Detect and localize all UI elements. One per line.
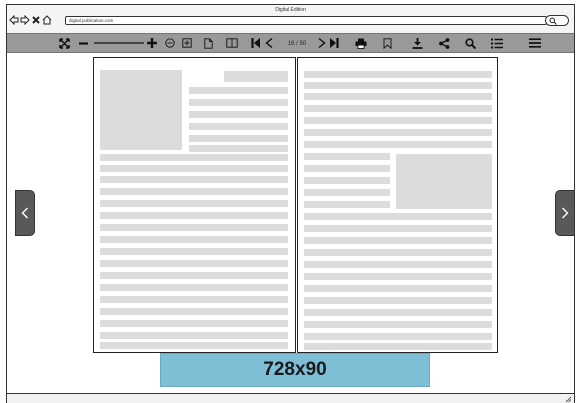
browser-nav	[9, 14, 53, 26]
text-line	[304, 333, 492, 340]
text-line	[304, 225, 492, 232]
text-line	[100, 260, 288, 267]
text-line	[304, 117, 492, 124]
text-line	[304, 189, 390, 196]
ad-label: 728x90	[263, 359, 327, 380]
zoom-minus-box-icon[interactable]	[164, 34, 176, 52]
previous-page-button[interactable]	[15, 190, 35, 236]
reader-content: 728x90	[7, 53, 575, 393]
double-page-icon[interactable]	[225, 34, 239, 52]
text-line	[100, 176, 288, 183]
right-page[interactable]	[297, 57, 498, 353]
ad-banner[interactable]: 728x90	[160, 353, 430, 387]
url-input[interactable]: digital.publication.com	[65, 16, 547, 25]
first-page-icon[interactable]	[250, 34, 262, 52]
zoom-out-icon[interactable]	[77, 34, 89, 52]
share-icon[interactable]	[437, 34, 451, 52]
resize-grip-icon[interactable]	[565, 396, 572, 403]
text-line	[100, 308, 288, 315]
single-page-icon[interactable]	[202, 34, 214, 52]
text-line	[304, 71, 492, 78]
browser-titlebar: Digital Edition digital.publication.com	[7, 5, 574, 33]
home-icon[interactable]	[42, 14, 52, 26]
image-placeholder	[100, 70, 182, 150]
forward-arrow-icon[interactable]	[20, 14, 30, 26]
text-line	[100, 224, 288, 231]
next-page-icon[interactable]	[316, 34, 328, 52]
text-line	[304, 93, 492, 100]
text-line	[100, 248, 288, 255]
window-title: Digital Edition	[275, 7, 306, 13]
text-line	[304, 249, 492, 256]
text-line	[189, 87, 288, 94]
previous-page-icon[interactable]	[263, 34, 275, 52]
text-line	[304, 273, 492, 280]
text-line	[189, 111, 288, 118]
image-placeholder	[396, 154, 492, 209]
browser-window: Digital Edition digital.publication.com	[6, 4, 575, 403]
text-line	[100, 200, 288, 207]
text-line	[304, 165, 390, 172]
text-line	[189, 145, 288, 152]
text-line	[304, 213, 492, 220]
back-arrow-icon[interactable]	[9, 14, 19, 26]
text-line	[189, 123, 288, 130]
text-line	[304, 297, 492, 304]
print-icon[interactable]	[354, 34, 368, 52]
reader-toolbar: 16 / 50	[7, 33, 574, 53]
left-page[interactable]	[93, 57, 296, 353]
text-line	[304, 105, 492, 112]
text-line	[304, 82, 492, 89]
next-page-button[interactable]	[555, 190, 575, 236]
text-line	[304, 321, 492, 328]
text-line	[304, 177, 390, 184]
zoom-in-icon[interactable]	[146, 34, 158, 52]
text-line	[189, 99, 288, 106]
text-line	[100, 332, 288, 339]
download-icon[interactable]	[410, 34, 424, 52]
text-line	[100, 212, 288, 219]
text-line	[100, 236, 288, 243]
search-icon[interactable]	[463, 34, 477, 52]
browser-search-button[interactable]	[545, 15, 569, 26]
page-indicator[interactable]: 16 / 50	[280, 38, 314, 49]
text-line	[304, 153, 390, 160]
text-line	[304, 141, 492, 148]
table-of-contents-icon[interactable]	[490, 34, 504, 52]
text-line	[304, 309, 492, 316]
zoom-slider[interactable]	[93, 34, 145, 52]
text-line	[100, 272, 288, 279]
last-page-icon[interactable]	[328, 34, 340, 52]
close-x-icon[interactable]	[31, 14, 41, 26]
status-bar	[7, 393, 574, 403]
text-line	[100, 342, 288, 349]
text-line	[304, 129, 492, 136]
text-line	[100, 165, 288, 172]
zoom-plus-box-icon[interactable]	[181, 34, 193, 52]
text-line	[189, 135, 288, 142]
text-line	[304, 237, 492, 244]
text-line	[100, 320, 288, 327]
text-line	[100, 188, 288, 195]
text-line	[100, 296, 288, 303]
text-line	[224, 71, 288, 82]
text-line	[304, 201, 390, 208]
text-line	[304, 285, 492, 292]
chevron-right-icon	[562, 207, 569, 219]
fullscreen-icon[interactable]	[57, 34, 71, 52]
text-line	[304, 343, 492, 350]
text-line	[100, 284, 288, 291]
url-text: digital.publication.com	[69, 18, 114, 23]
menu-icon[interactable]	[528, 34, 542, 52]
search-icon	[549, 17, 557, 25]
text-line	[100, 154, 288, 161]
bookmark-icon[interactable]	[381, 34, 393, 52]
chevron-left-icon	[21, 207, 28, 219]
text-line	[304, 261, 492, 268]
